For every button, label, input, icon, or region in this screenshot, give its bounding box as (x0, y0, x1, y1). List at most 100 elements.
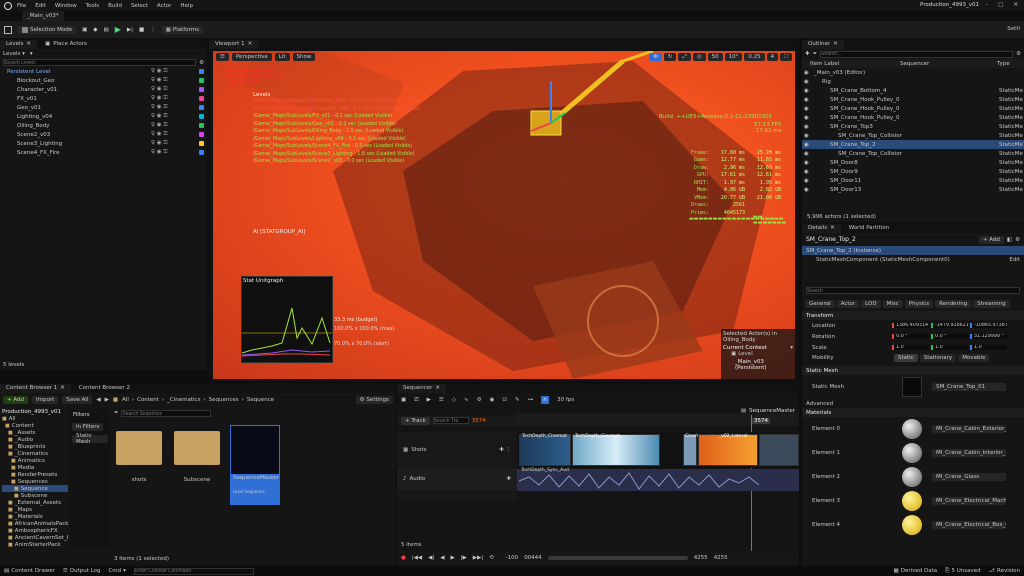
level-row[interactable]: Persistent Level ♀ ◉ ⚿ (3, 67, 207, 76)
level-icons[interactable]: ♀ ◉ ⚿ (151, 113, 168, 120)
level-color-swatch[interactable] (199, 141, 204, 146)
level-icons[interactable]: ♀ ◉ ⚿ (151, 95, 168, 102)
content-tree-item[interactable]: ■ AmbosphericFX (2, 527, 68, 534)
outliner-search-input[interactable] (820, 50, 1014, 58)
visibility-icon[interactable]: ◉ (802, 142, 810, 148)
filter-tab-lod[interactable]: LOD (861, 299, 881, 308)
outliner-row[interactable]: ◉ SM_Crane_Top_Collisior StaticMe (802, 149, 1024, 158)
material-dropdown[interactable]: MI_Crane_Glass (932, 473, 1006, 481)
forward-icon[interactable]: ▶ (105, 397, 109, 403)
rotation-field-x[interactable]: 0.0 ° (892, 334, 929, 339)
add-button[interactable]: + Add (3, 396, 29, 404)
visibility-icon[interactable]: ◉ (802, 124, 810, 130)
go-end-button[interactable]: ▶▶| (473, 555, 483, 561)
level-tab[interactable]: _Main_v03* (22, 11, 64, 21)
level-icons[interactable]: ♀ ◉ ⚿ (151, 68, 168, 75)
play-options-icon[interactable]: ⋮ (150, 27, 156, 33)
level-icons[interactable]: ♀ ◉ ⚿ (151, 131, 168, 138)
range-start[interactable]: -100 (506, 555, 518, 561)
content-tree-item[interactable]: ■ _Maps (2, 506, 68, 513)
material-dropdown[interactable]: MI_Crane_Cabin_Interior_01 (932, 449, 1006, 457)
menu-item-actor[interactable]: Actor (157, 3, 171, 9)
scale-field-y[interactable]: 1.0 (931, 345, 968, 350)
grid-snap-button[interactable]: 50 (707, 53, 723, 61)
step-button[interactable]: ▶| (127, 27, 133, 33)
outliner-row[interactable]: ◉ SM_Crane_Top_Collisior StaticMe (802, 131, 1024, 140)
level-icons[interactable]: ♀ ◉ ⚿ (151, 122, 168, 129)
materials-header[interactable]: Materials (802, 408, 1024, 417)
add-track-button[interactable]: + Track (401, 416, 430, 425)
platforms-dropdown[interactable]: ▦ Platforms (161, 25, 203, 34)
track-shots[interactable]: ▦ Shots ✚ ⋮ (397, 432, 517, 468)
menu-item-build[interactable]: Build (108, 3, 122, 9)
level-row[interactable]: Scene4_FX_Fire ♀ ◉ ⚿ (3, 148, 207, 157)
visibility-icon[interactable]: ◉ (802, 178, 810, 184)
timeline-scrollbar[interactable] (547, 555, 688, 560)
selection-mode-dropdown[interactable]: Selection Mode (18, 25, 77, 34)
record-button[interactable]: ● (401, 555, 406, 561)
go-start-button[interactable]: |◀◀ (412, 555, 422, 561)
outliner-row[interactable]: ◉ _Main_v03 (Editor) (802, 68, 1024, 77)
derived-data-button[interactable]: ▦ Derived Data (894, 568, 938, 574)
visibility-icon[interactable]: ◉ (802, 160, 810, 166)
visibility-icon[interactable]: ◉ (802, 133, 810, 139)
col-type[interactable]: Type (997, 61, 1010, 67)
content-tree-item[interactable]: ■ AfricanAnimalsPack (2, 520, 68, 527)
viewport-options-button[interactable]: ☰ (216, 53, 229, 61)
close-icon[interactable]: ✕ (1013, 2, 1018, 8)
menu-item-window[interactable]: Window (55, 3, 77, 9)
next-key-button[interactable]: |▶ (461, 555, 467, 561)
save-icon[interactable] (4, 25, 12, 34)
render-icon[interactable]: ▶ (427, 397, 431, 403)
outliner-row[interactable]: ◉ SM_Crane_Top3 StaticMe (802, 122, 1024, 131)
level-row[interactable]: Blockout_Geo ♀ ◉ ⚿ (3, 76, 207, 85)
translate-tool-icon[interactable]: ✥ (649, 53, 662, 61)
filter-tab-general[interactable]: General (805, 299, 835, 308)
breadcrumb-item[interactable]: _Cinematics (167, 397, 200, 403)
fps-dropdown[interactable]: 30 fps (557, 397, 574, 403)
scale-snap-button[interactable]: 0.25 (744, 53, 765, 61)
visibility-icon[interactable]: ◉ (802, 70, 810, 76)
material-dropdown[interactable]: MI_Crane_Electrical_Box_01 (932, 521, 1006, 529)
levels-search-input[interactable] (3, 59, 197, 66)
asset-tile[interactable]: shots (114, 425, 164, 483)
cmd-dropdown[interactable]: Cmd ▾ (108, 568, 125, 574)
loop-button[interactable]: ⟲ (489, 555, 494, 561)
content-tree-item[interactable]: ■ _Assets (2, 429, 68, 436)
content-tree-item[interactable]: ■ _External_Assets (2, 499, 68, 506)
filter-tab-actor[interactable]: Actor (836, 299, 860, 308)
content-tree-item[interactable]: ■ All (2, 415, 68, 422)
filter-icon[interactable]: ⏷ (813, 51, 817, 58)
mobility-static-button[interactable]: Static (894, 354, 918, 362)
outliner-row[interactable]: ◉ SM_Door11 StaticMe (802, 176, 1024, 185)
maximize-viewport-icon[interactable]: ⛶ (780, 53, 792, 61)
content-tree-item[interactable]: ■ _Materials (2, 513, 68, 520)
revision-control-button[interactable]: ⎇ Revision (989, 568, 1020, 574)
outliner-row[interactable]: ◉ SM_Crane_Hook_Pulley_0 StaticMe (802, 113, 1024, 122)
levels-dropdown[interactable]: Levels ▾ (3, 51, 25, 57)
maximize-icon[interactable]: □ (998, 2, 1003, 8)
close-icon[interactable]: ✕ (435, 385, 440, 391)
reverse-play-button[interactable]: ◀ (440, 555, 444, 561)
settings-button[interactable]: Setti (1007, 26, 1020, 32)
prev-key-button[interactable]: ◀| (428, 555, 434, 561)
filter-chip-1[interactable]: In Filters (72, 423, 104, 431)
shot-clip-2[interactable]: TechDepth_Cinemat (572, 434, 660, 466)
level-icons[interactable]: ♀ ◉ ⚿ (151, 104, 168, 111)
shot-clip-4[interactable]: _v02_Lateral (698, 434, 758, 466)
level-row[interactable]: Oiling_Body ♀ ◉ ⚿ (3, 121, 207, 130)
outliner-row[interactable]: ◉ SM_Door9 StaticMe (802, 167, 1024, 176)
level-color-swatch[interactable] (199, 132, 204, 137)
add-component-button[interactable]: + Add (978, 235, 1004, 244)
track-search-input[interactable] (432, 417, 469, 424)
outliner-row[interactable]: ◉ SM_Crane_Hook_Pulley_0 StaticMe (802, 104, 1024, 113)
eye-icon[interactable]: ◉ (490, 397, 495, 403)
outliner-row[interactable]: ◉ SM_Crane_Hook_Pulley_0 StaticMe (802, 95, 1024, 104)
breadcrumb-item[interactable]: All (122, 397, 129, 403)
content-tree-item[interactable]: ■ _Blueprints (2, 443, 68, 450)
save-all-button[interactable]: Save All (62, 396, 93, 404)
visibility-icon[interactable]: ◉ (802, 151, 810, 157)
visibility-icon[interactable]: ◉ (802, 106, 810, 112)
outliner-row[interactable]: ◉ SM_Door13 StaticMe (802, 185, 1024, 194)
breadcrumb-item[interactable]: Sequence (247, 397, 274, 403)
